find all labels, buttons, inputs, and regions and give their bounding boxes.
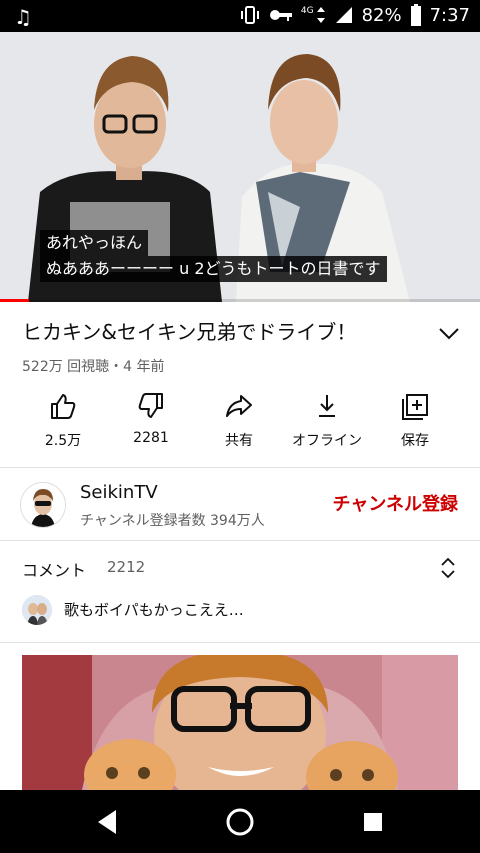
video-player[interactable]: あれやっほん ぬあああーーーー u 2どうもトートの日書です bbox=[0, 32, 480, 302]
video-progress-bar[interactable] bbox=[0, 299, 480, 302]
channel-avatar[interactable] bbox=[20, 482, 66, 528]
subscriber-count: チャンネル登録者数 394万人 bbox=[80, 513, 265, 529]
channel-row[interactable]: SeikinTV チャンネル登録者数 394万人 チャンネル登録 bbox=[0, 468, 480, 540]
expand-collapse-icon[interactable] bbox=[438, 555, 458, 581]
save-label: 保存 bbox=[401, 433, 429, 449]
status-bar: ♫ 4G 82% 7:37 bbox=[0, 0, 480, 32]
chevron-down-icon[interactable] bbox=[436, 320, 462, 346]
divider bbox=[0, 642, 480, 643]
caption-line: あれやっほん bbox=[40, 230, 149, 256]
network-type: 4G bbox=[300, 6, 314, 16]
caption-overlay: あれやっほん ぬあああーーーー u 2どうもトートの日書です bbox=[40, 230, 387, 282]
download-button[interactable]: オフライン bbox=[279, 392, 375, 450]
comments-section[interactable]: コメント 2212 歌もボイパもかっこええ… bbox=[0, 541, 480, 641]
top-comment: 歌もボイパもかっこええ… bbox=[64, 601, 244, 619]
channel-name[interactable]: SeikinTV bbox=[80, 482, 158, 503]
vibrate-icon bbox=[240, 6, 259, 24]
download-icon bbox=[319, 395, 335, 417]
battery-icon bbox=[410, 4, 421, 26]
clock: 7:37 bbox=[429, 4, 470, 26]
thumbs-up-icon bbox=[51, 394, 76, 419]
like-count: 2.5万 bbox=[44, 433, 82, 449]
video-title: ヒカキン&セイキン兄弟でドライブ！ bbox=[22, 320, 357, 344]
action-bar: 2.5万 2281 共有 オフライン 保存 bbox=[0, 392, 480, 454]
progress-fill bbox=[0, 299, 29, 302]
key-icon bbox=[269, 10, 292, 21]
commenter-avatar bbox=[22, 595, 52, 625]
like-button[interactable]: 2.5万 bbox=[15, 392, 111, 450]
music-note-icon: ♫ bbox=[14, 5, 32, 29]
avatar-image bbox=[21, 483, 65, 527]
dislike-button[interactable]: 2281 bbox=[103, 392, 199, 446]
recents-icon[interactable] bbox=[358, 807, 388, 837]
thumbs-down-icon bbox=[138, 393, 163, 418]
video-meta: 522万 回視聴・4 年前 bbox=[22, 359, 165, 375]
battery-percent: 82% bbox=[361, 4, 402, 26]
share-label: 共有 bbox=[225, 433, 253, 449]
home-icon[interactable] bbox=[225, 807, 255, 837]
dislike-count: 2281 bbox=[133, 430, 169, 446]
signal-icon bbox=[335, 7, 352, 23]
caption-line: ぬあああーーーー u 2どうもトートの日書です bbox=[40, 256, 387, 282]
subscribe-button[interactable]: チャンネル登録 bbox=[333, 490, 458, 516]
save-playlist-icon bbox=[402, 394, 428, 420]
data-arrows-icon bbox=[316, 7, 325, 23]
share-icon bbox=[226, 395, 252, 417]
system-nav-bar bbox=[0, 790, 480, 853]
save-button[interactable]: 保存 bbox=[367, 392, 463, 450]
back-icon[interactable] bbox=[92, 807, 122, 837]
avatar-image bbox=[22, 595, 52, 625]
thumbnail-image bbox=[22, 655, 458, 790]
comments-header: コメント bbox=[22, 561, 87, 580]
download-label: オフライン bbox=[292, 433, 362, 449]
comments-count: 2212 bbox=[107, 558, 146, 576]
next-video-thumbnail[interactable] bbox=[22, 655, 458, 790]
share-button[interactable]: 共有 bbox=[191, 392, 287, 450]
